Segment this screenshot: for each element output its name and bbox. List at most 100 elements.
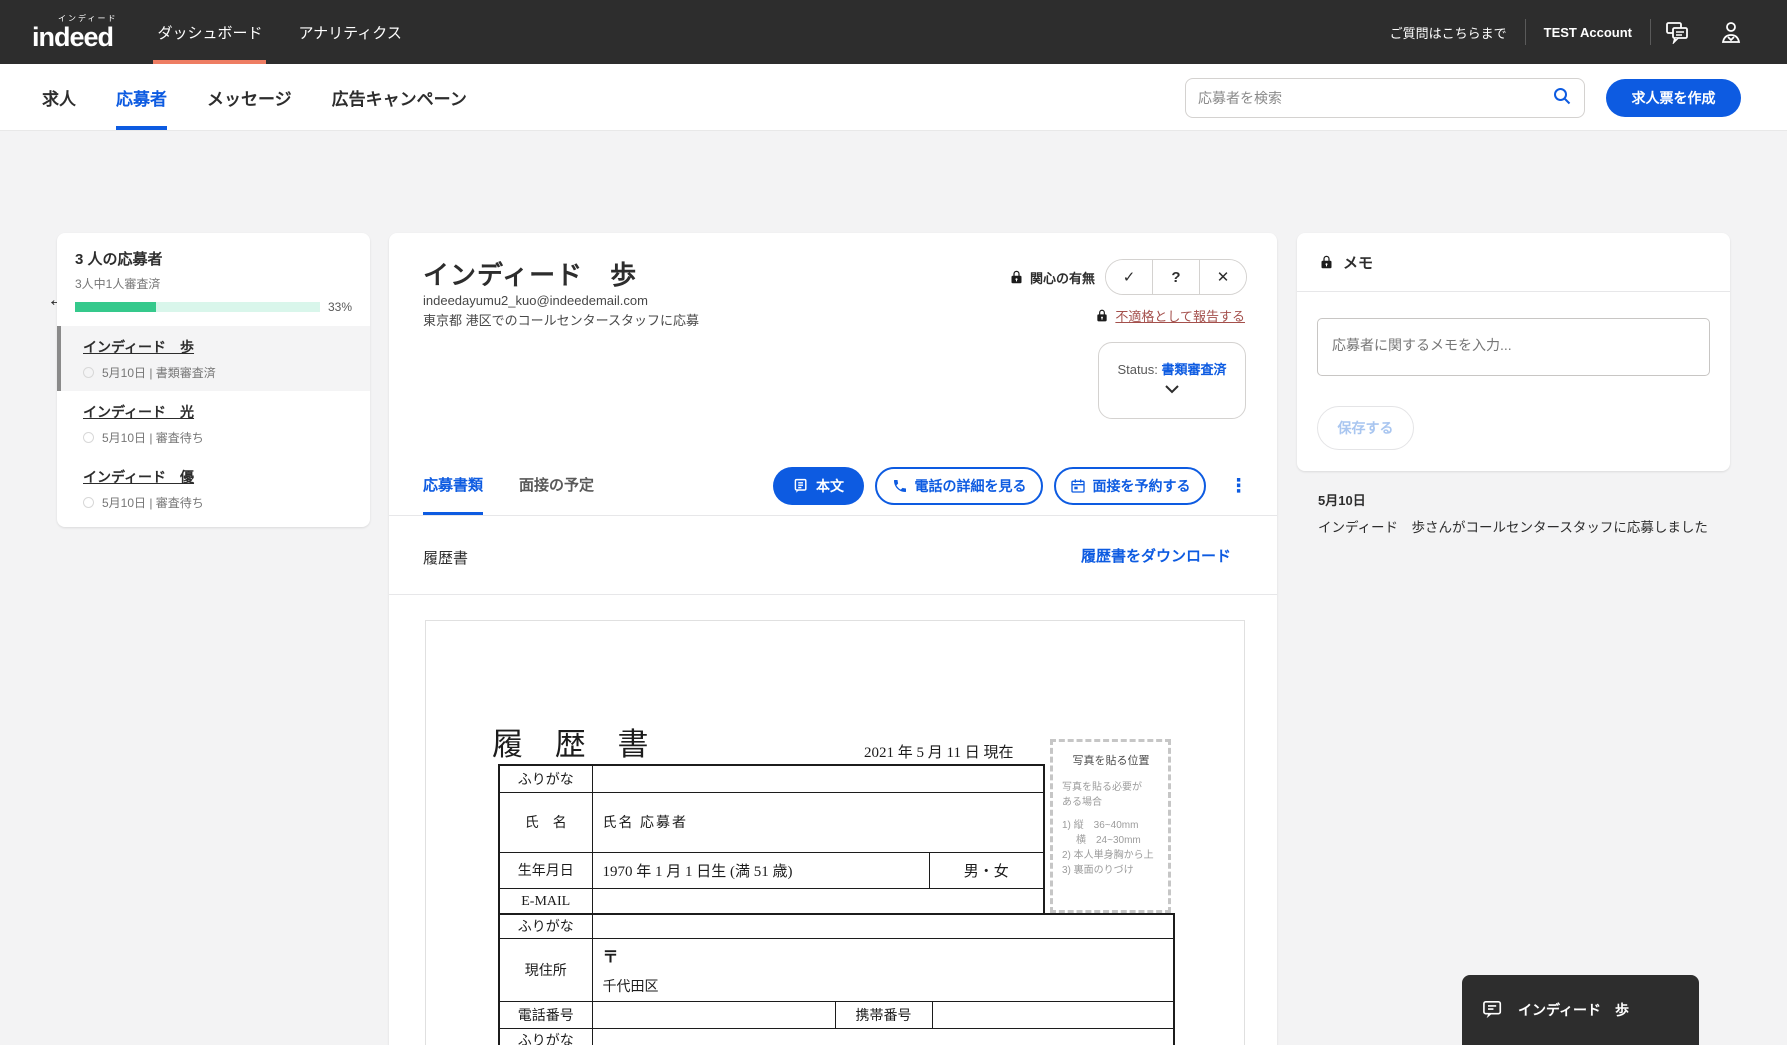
lock-icon [1097,309,1108,322]
topnav-item-analytics[interactable]: アナリティクス [280,0,419,64]
topnav-item-dashboard[interactable]: ダッシュボード [139,0,280,64]
notes-panel: メモ 保存する [1297,233,1730,471]
candidate-link[interactable]: インディード 光 [83,404,194,420]
resume-email-label: E-MAIL [498,887,593,917]
chat-bubble-icon [1483,1001,1502,1019]
timeline-text: インディード 歩さんがコールセンタースタッフに応募しました [1318,520,1708,535]
status-dropdown[interactable]: Status: 書類審査済 [1098,342,1246,419]
status-circle-icon [83,497,94,508]
lock-icon [1321,255,1332,269]
more-options-icon[interactable]: ⋮ [1229,475,1248,498]
indeed-logo[interactable]: インディード indeed [32,0,117,64]
resume-table-lower: ふりがな 現住所 〒 千代田区 電話番号 携帯番号 ふりがな [498,913,1175,1045]
resume-mobile-value [931,1000,1175,1029]
candidate-detail-card: インディード 歩 indeedayumu2_kuo@indeedemail.co… [389,233,1277,1045]
interest-label: 関心の有無 [1029,270,1095,286]
help-link[interactable]: ご質問はこちらまで [1372,23,1525,42]
resume-date: 2021 年 5 月 11 日 現在 [864,745,1014,761]
activity-timeline: 5月10日 インディード 歩さんがコールセンタースタッフに応募しました [1318,490,1728,539]
resume-furigana3-value [591,1027,1175,1045]
progress-fill [75,302,156,312]
timeline-date: 5月10日 [1318,493,1366,508]
resume-tel-label: 電話番号 [498,1000,593,1029]
candidate-applied-text: 東京都 港区でのコールセンタースタッフに応募 [423,313,699,328]
candidate-link[interactable]: インディード 優 [83,469,194,485]
candidate-list-item[interactable]: インディード 歩 5月10日 | 書類審査済 [57,326,370,391]
schedule-interview-button[interactable]: 面接を予約する [1054,467,1206,505]
tab-application-documents[interactable]: 応募書類 [423,454,484,515]
search-input[interactable] [1198,90,1552,106]
interested-button[interactable]: ✓ [1106,260,1152,294]
resume-title: 履 歴 書 [492,727,661,762]
candidate-link[interactable]: インディード 歩 [83,339,194,355]
subnav-item-messages[interactable]: メッセージ [207,64,292,130]
chat-candidate-name: インディード 歩 [1518,1002,1630,1018]
applicants-reviewed: 3人中1人審査済 [75,277,161,291]
resume-furigana-label: ふりがな [498,764,593,793]
topnav-menu: ダッシュボード アナリティクス [139,0,419,64]
breadcrumb-bar: ← コールセンタースタッフ - 東京都 港区 [すべて（不採用を除く）] に戻る… [0,131,1787,318]
applicants-panel: 3 人の応募者 3人中1人審査済 33% インディード 歩 5月10日 | 書類… [57,233,370,527]
detail-tabs-row: 応募書類 面接の予定 本文 電話の詳細を見る 面接を予約する ⋮ [389,455,1277,516]
top-navbar: インディード indeed ダッシュボード アナリティクス ご質問はこちらまで … [0,0,1787,64]
subnav-item-campaigns[interactable]: 広告キャンペーン [332,64,467,130]
search-icon[interactable] [1552,86,1572,111]
resume-address-cell: 〒 千代田区 [591,937,1175,1002]
resume-name-value: 氏名 応募者 [591,791,1045,853]
notes-input[interactable] [1317,318,1710,376]
divider [1650,19,1651,45]
subnav-item-jobs[interactable]: 求人 [42,64,76,130]
tab-interview-schedule[interactable]: 面接の予定 [519,454,594,515]
candidate-list-item[interactable]: インディード 優 5月10日 | 審査待ち [57,456,370,521]
messages-icon[interactable] [1665,20,1691,44]
phone-icon [893,480,906,492]
resume-furigana-value [591,764,1045,793]
resume-photo-box: 写真を貼る位置 写真を貼る必要が ある場合 1) 縦 36~40mm 横 24~… [1050,739,1171,913]
notes-title: メモ [1343,254,1374,272]
candidate-meta: 5月10日 | 審査待ち [102,431,204,445]
resume-download-link[interactable]: 履歴書をダウンロード [1081,545,1231,566]
status-circle-icon [83,432,94,443]
chat-widget[interactable]: インディード 歩 [1462,975,1699,1045]
resume-name-label: 氏 名 [498,791,593,853]
calendar-icon [1070,479,1085,493]
account-icon[interactable] [1719,20,1743,44]
resume-section-label: 履歴書 [423,550,469,567]
resume-gender: 男・女 [928,851,1045,889]
status-circle-icon [83,367,94,378]
create-job-button[interactable]: 求人票を作成 [1606,79,1741,117]
postal-mark: 〒 [602,948,619,966]
report-section: 不適格として報告する [1095,306,1245,325]
chevron-down-icon [1165,385,1179,394]
resume-birth-label: 生年月日 [498,851,593,889]
status-value: 書類審査済 [1161,362,1227,377]
photo-box-title: 写真を貼る位置 [1072,755,1150,767]
resume-tel-value [591,1000,836,1029]
employer-subnav: 求人 応募者 メッセージ 広告キャンペーン 求人票を作成 [0,64,1787,131]
candidate-email: indeedayumu2_kuo@indeedemail.com [423,293,648,308]
report-unqualified-link[interactable]: 不適格として報告する [1115,306,1245,325]
candidate-meta: 5月10日 | 書類審査済 [102,366,216,380]
message-body-button[interactable]: 本文 [773,467,864,505]
candidate-list-item[interactable]: インディード 光 5月10日 | 審査待ち [57,391,370,456]
status-label: Status: [1117,362,1158,377]
resume-document: 履 歴 書 2021 年 5 月 11 日 現在 ふりがな 氏 名 氏名 応募者… [425,620,1245,1045]
interest-buttons: ✓ ? ✕ [1105,259,1247,295]
reject-button[interactable]: ✕ [1199,260,1246,294]
resume-email-value [591,887,1045,917]
applicants-summary: 3 人の応募者 3人中1人審査済 33% [57,233,370,326]
resume-mobile-label: 携帯番号 [834,1000,933,1029]
maybe-button[interactable]: ? [1152,260,1199,294]
view-phone-button[interactable]: 電話の詳細を見る [875,467,1043,505]
candidate-search [1185,78,1585,118]
progress-percent: 33% [327,300,352,314]
notes-header: メモ [1297,233,1730,292]
candidate-meta: 5月10日 | 審査待ち [102,496,204,510]
applicants-count: 3 人の応募者 [75,251,163,268]
resume-furigana2-label: ふりがな [498,913,593,939]
subnav-item-candidates[interactable]: 応募者 [116,64,167,130]
resume-address-value: 千代田区 [602,979,659,995]
account-name[interactable]: TEST Account [1526,25,1650,40]
save-note-button[interactable]: 保存する [1317,406,1414,450]
candidate-name: インディード 歩 [423,260,638,290]
